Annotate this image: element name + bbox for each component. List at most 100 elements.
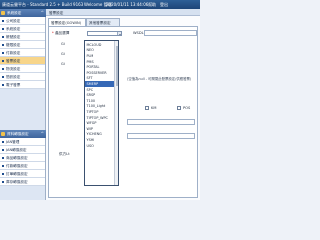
option-label: TIPTOP: [86, 109, 99, 114]
sidebar-item-label: 帳號設定: [6, 34, 21, 39]
form-label: Gi: [61, 62, 65, 66]
tab-gowin-invoice[interactable]: 發票設定(GOWIN): [48, 18, 86, 26]
sidebar-list-conversion: JAN管理 JAN轉換設定 商品轉換設定 付款轉換設定 訂單轉換設定 庫存轉換設…: [0, 138, 45, 186]
sidebar-item-label: JAN轉換設定: [6, 147, 27, 152]
wsdl-input[interactable]: [144, 30, 197, 36]
product-label-text: 產品選擇: [54, 31, 70, 35]
sidebar-item[interactable]: 帳號設定: [0, 33, 45, 41]
sidebar-item-label: 電子發票: [6, 82, 21, 87]
option-label: YICHENG: [86, 132, 102, 137]
option-label: POSSERVER: [86, 70, 107, 75]
sidebar-item[interactable]: 物流設定: [0, 65, 45, 73]
sidebar-item-label: 商品轉換設定: [6, 155, 28, 160]
sidebar-item[interactable]: 權限設定: [0, 41, 45, 49]
breadcrumb-text: 發票設定: [49, 10, 64, 15]
sidebar-item[interactable]: 簡訊設定: [0, 73, 45, 81]
sidebar-item[interactable]: 付款轉換設定: [0, 162, 45, 170]
main-area: 發票設定 發票設定(GOWIN) 其他發票設定 * 產品選擇 WSDL Gi G…: [46, 9, 200, 200]
km-checkbox[interactable]: [145, 106, 149, 110]
tab-label: 發票設定(GOWIN): [51, 20, 82, 25]
breadcrumb: 發票設定: [46, 9, 200, 16]
option-label: WFGP: [86, 121, 97, 126]
option-label: YSHI: [86, 137, 95, 142]
form-label: Gi: [61, 42, 65, 46]
option-label: TIPTOP_WPC: [86, 115, 108, 120]
bullet-icon: [2, 51, 4, 54]
bullet-icon: [2, 19, 4, 22]
collapse-icon[interactable]: ^: [41, 10, 44, 15]
sidebar-item[interactable]: 商品轉換設定: [0, 154, 45, 162]
sidebar-item-label: 付款設定: [6, 50, 21, 55]
option-label: NEO: [86, 48, 94, 53]
sidebar-section-conversion[interactable]: 資料轉換設定 ^: [0, 130, 46, 138]
help-link[interactable]: 幫助: [148, 2, 156, 7]
bullet-icon: [2, 164, 4, 167]
sidebar-item[interactable]: 庫存轉換設定: [0, 178, 45, 186]
sidebar-item-label: 物流設定: [6, 66, 21, 71]
bullet-icon: [2, 83, 4, 86]
sidebar-item-label: 系統設定: [6, 26, 21, 31]
hint-text: (空值為null - 可關閉此發票設定/供應發票): [127, 77, 192, 81]
bullet-icon: [2, 156, 4, 159]
tab-other-invoice[interactable]: 其他發票設定: [86, 18, 120, 26]
sidebar-item[interactable]: JAN轉換設定: [0, 146, 45, 154]
dropdown-scrollbar[interactable]: [114, 41, 118, 185]
bullet-icon: [2, 172, 4, 175]
bullet-icon: [2, 75, 4, 78]
folder-icon: [1, 132, 5, 136]
text-field[interactable]: [127, 119, 195, 125]
option-label: T100: [86, 98, 96, 103]
sidebar-item[interactable]: 電子發票: [0, 81, 45, 89]
logout-link[interactable]: 登出: [160, 2, 168, 7]
bullet-icon: [2, 59, 4, 62]
bullet-icon: [2, 43, 4, 46]
collapse-icon[interactable]: ^: [41, 131, 44, 136]
option-label: T100_Light: [86, 104, 106, 109]
pos-checkbox-label: POS: [183, 106, 191, 110]
sidebar-item-label: 庫存轉換設定: [6, 179, 28, 184]
sidebar-item[interactable]: JAN管理: [0, 138, 45, 146]
sidebar-item[interactable]: 系統設定: [0, 25, 45, 33]
sidebar: 系統設定 ^ 公司設定 系統設定 帳號設定 權限設定 付款設定 發票設定 物流設…: [0, 9, 46, 200]
option-label: WIP: [86, 126, 93, 131]
bullet-icon: [2, 148, 4, 151]
sidebar-item-label: 權限設定: [6, 42, 21, 47]
option-label: SRSP: [86, 93, 96, 98]
option-label: USO: [86, 143, 94, 148]
chevron-down-icon[interactable]: [117, 32, 121, 35]
pos-checkbox[interactable]: [177, 106, 181, 110]
bullet-icon: [2, 35, 4, 38]
form-panel: * 產品選擇 WSDL Gi Gi Gi 供方Lt (空值為null - 可關閉…: [48, 26, 198, 198]
current-time: 2020/01/11 13:44:06: [106, 2, 149, 7]
title-bar: 康道云營平台 - Standard 2.5 + Build 9163 Welco…: [0, 0, 200, 9]
dropdown-option[interactable]: USO: [85, 143, 114, 149]
option-label: SFT: [86, 76, 93, 81]
scrollbar-thumb[interactable]: [115, 46, 118, 86]
bullet-icon: [2, 140, 4, 143]
product-dropdown-list[interactable]: MCLOUD NEO PLM PMS PORTAL POSSERVER SFT …: [84, 40, 119, 186]
sidebar-item[interactable]: 訂單轉換設定: [0, 170, 45, 178]
product-select[interactable]: [87, 31, 122, 36]
sidebar-item[interactable]: 付款設定: [0, 49, 45, 57]
sidebar-item-active[interactable]: 發票設定: [0, 57, 45, 65]
sidebar-item-label: 發票設定: [6, 58, 21, 63]
product-label: * 產品選擇: [52, 31, 69, 35]
sidebar-item[interactable]: 公司設定: [0, 17, 45, 25]
sidebar-section-system[interactable]: 系統設定 ^: [0, 9, 46, 17]
folder-icon: [1, 11, 5, 15]
sidebar-item-label: 訂單轉換設定: [6, 171, 28, 176]
option-label: SPC: [86, 87, 94, 92]
bullet-icon: [2, 27, 4, 30]
section-title: 資料轉換設定: [7, 132, 29, 136]
km-checkbox-label: KM: [151, 106, 157, 110]
option-label: PORTAL: [86, 65, 100, 70]
text-field[interactable]: [127, 133, 195, 139]
option-label: PLM: [86, 53, 94, 58]
wsdl-label: WSDL: [133, 31, 144, 35]
tab-label: 其他發票設定: [89, 20, 111, 25]
option-label: MCLOUD: [86, 42, 102, 47]
app-title: 康道云營平台 - Standard 2.5 + Build 9163: [2, 2, 84, 7]
form-label: Gi: [61, 52, 65, 56]
sidebar-list-system: 公司設定 系統設定 帳號設定 權限設定 付款設定 發票設定 物流設定 簡訊設定 …: [0, 17, 45, 89]
sidebar-item-label: 簡訊設定: [6, 74, 21, 79]
